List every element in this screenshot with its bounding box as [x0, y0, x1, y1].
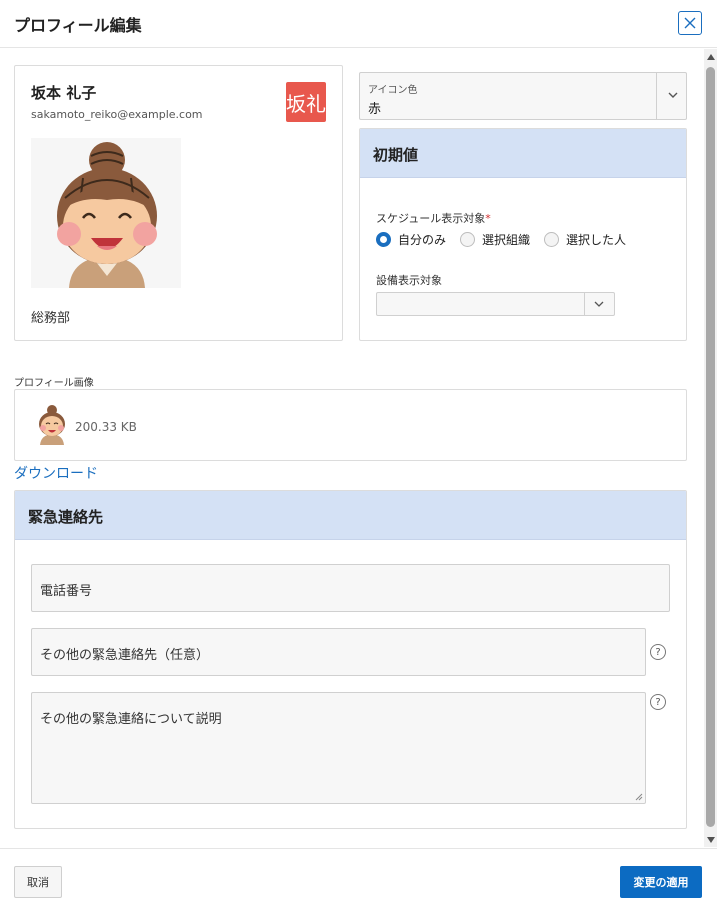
- icon-color-select[interactable]: アイコン色 赤: [359, 72, 687, 120]
- profile-image-file: 200.33 KB: [14, 389, 687, 461]
- apply-changes-button[interactable]: 変更の適用: [620, 866, 702, 898]
- select-divider: [584, 293, 585, 315]
- phone-input[interactable]: 電話番号: [31, 564, 670, 612]
- profile-image-label: プロフィール画像: [14, 378, 94, 389]
- help-icon[interactable]: ?: [650, 644, 666, 660]
- dialog-footer: 取消 変更の適用: [0, 848, 717, 910]
- radio-label: 選択組織: [482, 233, 531, 247]
- required-mark: *: [485, 212, 491, 225]
- emergency-title: 緊急連絡先: [28, 508, 104, 526]
- user-department: 総務部: [31, 311, 71, 326]
- cancel-button[interactable]: 取消: [14, 866, 62, 898]
- file-size: 200.33 KB: [75, 420, 137, 434]
- scrollbar-thumb[interactable]: [706, 67, 715, 827]
- description-placeholder: その他の緊急連絡について説明: [40, 712, 222, 727]
- scroll-down-icon[interactable]: [707, 837, 715, 843]
- dialog-title: プロフィール編集: [14, 16, 142, 35]
- scroll-up-icon[interactable]: [707, 54, 715, 60]
- other-contact-placeholder: その他の緊急連絡先（任意）: [40, 648, 210, 663]
- radio-label: 選択した人: [566, 233, 627, 247]
- defaults-header: 初期値: [360, 129, 686, 178]
- schedule-target-label: スケジュール表示対象*: [376, 210, 491, 226]
- icon-color-value: 赤: [368, 102, 382, 117]
- dialog-body: 坂本 礼子 sakamoto_reiko@example.com 坂礼 総務部 …: [0, 49, 704, 847]
- defaults-title: 初期値: [373, 146, 419, 164]
- phone-placeholder: 電話番号: [40, 584, 93, 599]
- avatar-badge: 坂礼: [286, 82, 326, 122]
- defaults-section: 初期値 スケジュール表示対象* 自分のみ 選択組織 選択した人 設備表示対象: [359, 128, 687, 341]
- download-link[interactable]: ダウンロード: [14, 463, 98, 483]
- description-textarea[interactable]: その他の緊急連絡について説明: [31, 692, 646, 804]
- profile-thumbnail-icon: [39, 405, 65, 445]
- emergency-contact-section: 緊急連絡先 電話番号 その他の緊急連絡先（任意） ? その他の緊急連絡について説…: [14, 490, 687, 829]
- schedule-target-label-text: スケジュール表示対象: [376, 212, 486, 225]
- equipment-target-label: 設備表示対象: [376, 274, 442, 287]
- icon-color-label: アイコン色: [368, 85, 418, 96]
- radio-unselected-icon: [460, 232, 476, 247]
- vertical-scrollbar[interactable]: [704, 49, 717, 847]
- radio-self-only[interactable]: 自分のみ: [376, 231, 446, 248]
- radio-unselected-icon: [544, 232, 560, 247]
- other-contact-input[interactable]: その他の緊急連絡先（任意）: [31, 628, 646, 676]
- user-email: sakamoto_reiko@example.com: [31, 108, 203, 121]
- radio-label: 自分のみ: [398, 233, 447, 247]
- chevron-down-icon: [668, 92, 678, 98]
- emergency-header: 緊急連絡先: [15, 491, 686, 540]
- equipment-target-select[interactable]: [376, 292, 615, 316]
- select-divider: [656, 73, 657, 119]
- user-card: 坂本 礼子 sakamoto_reiko@example.com 坂礼 総務部: [14, 65, 343, 341]
- radio-selected-icon: [376, 232, 391, 247]
- close-icon: [684, 17, 696, 29]
- user-name: 坂本 礼子: [31, 84, 97, 102]
- schedule-target-radio-group: 自分のみ 選択組織 選択した人: [376, 231, 640, 248]
- dialog-header: プロフィール編集: [0, 0, 717, 48]
- avatar: [31, 138, 181, 288]
- radio-selected-org[interactable]: 選択組織: [460, 231, 530, 248]
- radio-selected-person[interactable]: 選択した人: [544, 231, 626, 248]
- help-icon[interactable]: ?: [650, 694, 666, 710]
- resize-handle-icon[interactable]: [635, 793, 643, 801]
- close-button[interactable]: [678, 11, 702, 35]
- chevron-down-icon: [594, 301, 604, 307]
- avatar-illustration-icon: [31, 138, 181, 288]
